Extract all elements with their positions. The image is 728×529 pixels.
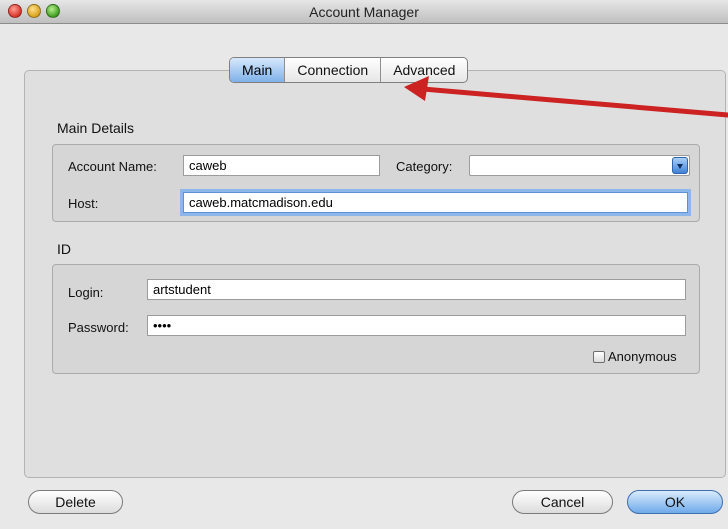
category-label: Category: [396,159,453,174]
account-name-label: Account Name: [68,159,157,174]
tab-main[interactable]: Main [230,58,286,82]
anonymous-label: Anonymous [608,349,677,364]
window-title: Account Manager [309,4,419,20]
account-name-input[interactable] [183,155,380,176]
anonymous-checkbox[interactable] [593,351,605,363]
category-select[interactable] [469,155,690,176]
tab-advanced[interactable]: Advanced [381,58,467,82]
host-input[interactable] [183,192,688,213]
cancel-button[interactable]: Cancel [512,490,613,514]
account-manager-window: Account Manager Main Connection Advanced… [0,0,728,529]
password-input[interactable] [147,315,686,336]
chevron-down-icon[interactable] [672,157,688,174]
main-details-heading: Main Details [57,120,135,136]
tab-connection[interactable]: Connection [285,58,382,82]
password-label: Password: [68,320,129,335]
title-bar[interactable]: Account Manager [0,0,728,24]
id-heading: ID [57,241,71,257]
delete-button[interactable]: Delete [28,490,123,514]
host-label: Host: [68,196,99,211]
tab-bar: Main Connection Advanced [229,57,469,83]
ok-button[interactable]: OK [627,490,723,514]
login-input[interactable] [147,279,686,300]
login-label: Login: [68,285,104,300]
